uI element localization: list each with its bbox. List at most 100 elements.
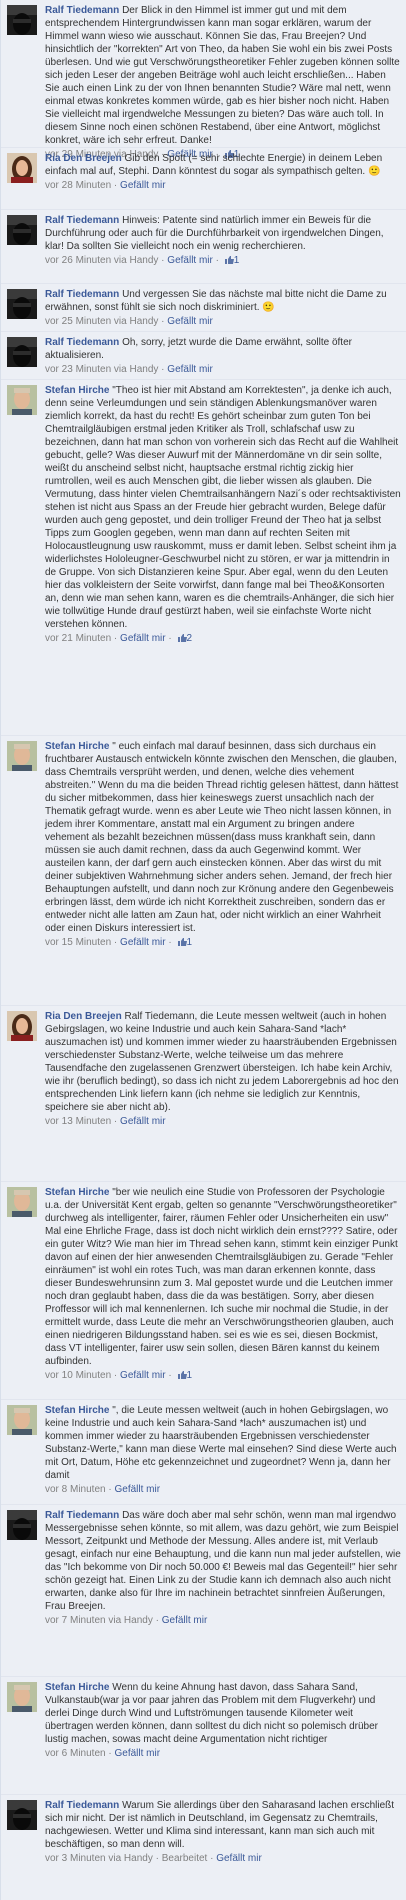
- comment: Ralf Tiedemann Das wäre doch aber mal se…: [1, 1505, 406, 1677]
- comment-meta: vor 26 Minuten via Handy · Gefällt mir ·…: [45, 254, 401, 267]
- comment: Ralf Tiedemann Warum Sie allerdings über…: [1, 1795, 406, 1900]
- comment: Stefan Hirche "ber wie neulich eine Stud…: [1, 1182, 406, 1400]
- like-button[interactable]: Gefällt mir: [120, 1370, 166, 1381]
- comment-body: Ralf Tiedemann Der Blick in den Himmel i…: [45, 4, 401, 160]
- avatar[interactable]: [7, 5, 37, 35]
- timestamp[interactable]: vor 7 Minuten via Handy: [45, 1615, 153, 1626]
- author-name[interactable]: Stefan Hirche: [45, 385, 109, 396]
- separator: ·: [158, 364, 168, 375]
- avatar[interactable]: [7, 385, 37, 415]
- comment-text: " euch einfach mal darauf besinnen, dass…: [45, 741, 402, 934]
- comment-meta: vor 7 Minuten via Handy · Gefällt mir: [45, 1614, 401, 1627]
- comment-body: Ralf Tiedemann Das wäre doch aber mal se…: [45, 1509, 401, 1676]
- like-button[interactable]: Gefällt mir: [120, 180, 166, 191]
- comment: Ralf Tiedemann Oh, sorry, jetzt wurde di…: [1, 332, 406, 380]
- like-count-link[interactable]: 2: [187, 633, 193, 644]
- comment: Ralf Tiedemann Der Blick in den Himmel i…: [1, 0, 406, 160]
- comment-body: Ralf Tiedemann Und vergessen Sie das näc…: [45, 288, 401, 331]
- separator: ·: [152, 1853, 162, 1864]
- comment-text: ", die Leute messen weltweit (auch in ho…: [45, 1405, 400, 1481]
- timestamp[interactable]: vor 21 Minuten: [45, 633, 111, 644]
- thumbs-up-icon: [224, 255, 234, 264]
- comment: Ria Den Breejen Ralf Tiedemann, die Leut…: [1, 1006, 406, 1182]
- author-name[interactable]: Stefan Hirche: [45, 741, 109, 752]
- comment-meta: vor 28 Minuten · Gefällt mir: [45, 179, 401, 192]
- comment-body: Ralf Tiedemann Warum Sie allerdings über…: [45, 1799, 401, 1900]
- author-name[interactable]: Ria Den Breejen: [45, 1011, 122, 1022]
- author-name[interactable]: Ralf Tiedemann: [45, 337, 119, 348]
- author-name[interactable]: Stefan Hirche: [45, 1405, 109, 1416]
- like-button[interactable]: Gefällt mir: [120, 937, 166, 948]
- thumbs-up-icon: [177, 937, 187, 946]
- separator: ·: [212, 255, 222, 266]
- timestamp[interactable]: vor 3 Minuten via Handy: [45, 1853, 153, 1864]
- comment-meta: vor 15 Minuten · Gefällt mir · 1: [45, 936, 401, 949]
- avatar[interactable]: [7, 1187, 37, 1217]
- timestamp[interactable]: vor 13 Minuten: [45, 1116, 111, 1127]
- like-button[interactable]: Gefällt mir: [167, 364, 213, 375]
- comment: Ralf Tiedemann Und vergessen Sie das näc…: [1, 284, 406, 332]
- avatar[interactable]: [7, 741, 37, 771]
- avatar[interactable]: [7, 289, 37, 319]
- timestamp[interactable]: vor 8 Minuten: [45, 1484, 106, 1495]
- timestamp[interactable]: vor 6 Minuten: [45, 1748, 106, 1759]
- comment-body: Stefan Hirche " euch einfach mal darauf …: [45, 740, 401, 1005]
- avatar[interactable]: [7, 1682, 37, 1712]
- comment-meta: vor 10 Minuten · Gefällt mir · 1: [45, 1369, 401, 1382]
- timestamp[interactable]: vor 26 Minuten via Handy: [45, 255, 158, 266]
- like-count-link[interactable]: 1: [234, 255, 240, 266]
- separator: ·: [165, 633, 175, 644]
- avatar[interactable]: [7, 153, 37, 183]
- comment-meta: vor 23 Minuten via Handy · Gefällt mir: [45, 363, 401, 376]
- separator: ·: [152, 1615, 162, 1626]
- avatar[interactable]: [7, 1800, 37, 1830]
- author-name[interactable]: Ralf Tiedemann: [45, 1510, 119, 1521]
- like-count-link[interactable]: 1: [187, 1370, 193, 1381]
- author-name[interactable]: Stefan Hirche: [45, 1682, 109, 1693]
- like-button[interactable]: Gefällt mir: [120, 1116, 166, 1127]
- like-button[interactable]: Gefällt mir: [167, 316, 213, 327]
- avatar[interactable]: [7, 1405, 37, 1435]
- separator: ·: [111, 180, 121, 191]
- timestamp[interactable]: vor 28 Minuten: [45, 180, 111, 191]
- separator: ·: [158, 255, 168, 266]
- separator: ·: [111, 633, 121, 644]
- like-count-link[interactable]: 1: [187, 937, 193, 948]
- comment-meta: vor 25 Minuten via Handy · Gefällt mir: [45, 315, 401, 328]
- comment-body: Stefan Hirche Wenn du keine Ahnung hast …: [45, 1681, 401, 1794]
- author-name[interactable]: Ralf Tiedemann: [45, 215, 119, 226]
- comment: Ralf Tiedemann Hinweis: Patente sind nat…: [1, 210, 406, 284]
- like-button[interactable]: Gefällt mir: [216, 1853, 262, 1864]
- like-button[interactable]: Gefällt mir: [162, 1615, 208, 1626]
- comment-meta: vor 3 Minuten via Handy · Bearbeitet · G…: [45, 1852, 401, 1865]
- comment-meta: vor 13 Minuten · Gefällt mir: [45, 1115, 401, 1128]
- comment-body: Ria Den Breejen Ralf Tiedemann, die Leut…: [45, 1010, 401, 1181]
- separator: ·: [111, 937, 121, 948]
- timestamp[interactable]: vor 23 Minuten via Handy: [45, 364, 158, 375]
- like-button[interactable]: Gefällt mir: [114, 1484, 160, 1495]
- author-name[interactable]: Ralf Tiedemann: [45, 5, 119, 16]
- like-button[interactable]: Gefällt mir: [167, 255, 213, 266]
- like-button[interactable]: Gefällt mir: [114, 1748, 160, 1759]
- separator: ·: [111, 1370, 121, 1381]
- timestamp[interactable]: vor 25 Minuten via Handy: [45, 316, 158, 327]
- avatar[interactable]: [7, 215, 37, 245]
- timestamp[interactable]: vor 10 Minuten: [45, 1370, 111, 1381]
- avatar[interactable]: [7, 1510, 37, 1540]
- timestamp[interactable]: vor 15 Minuten: [45, 937, 111, 948]
- avatar[interactable]: [7, 1011, 37, 1041]
- like-button[interactable]: Gefällt mir: [120, 633, 166, 644]
- author-name[interactable]: Ralf Tiedemann: [45, 289, 119, 300]
- comment-body: Stefan Hirche ", die Leute messen weltwe…: [45, 1404, 401, 1504]
- comment-body: Ralf Tiedemann Hinweis: Patente sind nat…: [45, 214, 401, 283]
- comment-thread: Ralf Tiedemann Der Blick in den Himmel i…: [0, 0, 406, 1900]
- author-name[interactable]: Ria Den Breejen: [45, 153, 122, 164]
- comment: Stefan Hirche ", die Leute messen weltwe…: [1, 1400, 406, 1505]
- comment-body: Ralf Tiedemann Oh, sorry, jetzt wurde di…: [45, 336, 401, 379]
- comment-text: "ber wie neulich eine Studie von Profess…: [45, 1187, 401, 1367]
- avatar[interactable]: [7, 337, 37, 367]
- comment: Stefan Hirche "Theo ist hier mit Abstand…: [1, 380, 406, 736]
- author-name[interactable]: Ralf Tiedemann: [45, 1800, 119, 1811]
- comment-text: Ralf Tiedemann, die Leute messen weltwei…: [45, 1011, 402, 1113]
- author-name[interactable]: Stefan Hirche: [45, 1187, 109, 1198]
